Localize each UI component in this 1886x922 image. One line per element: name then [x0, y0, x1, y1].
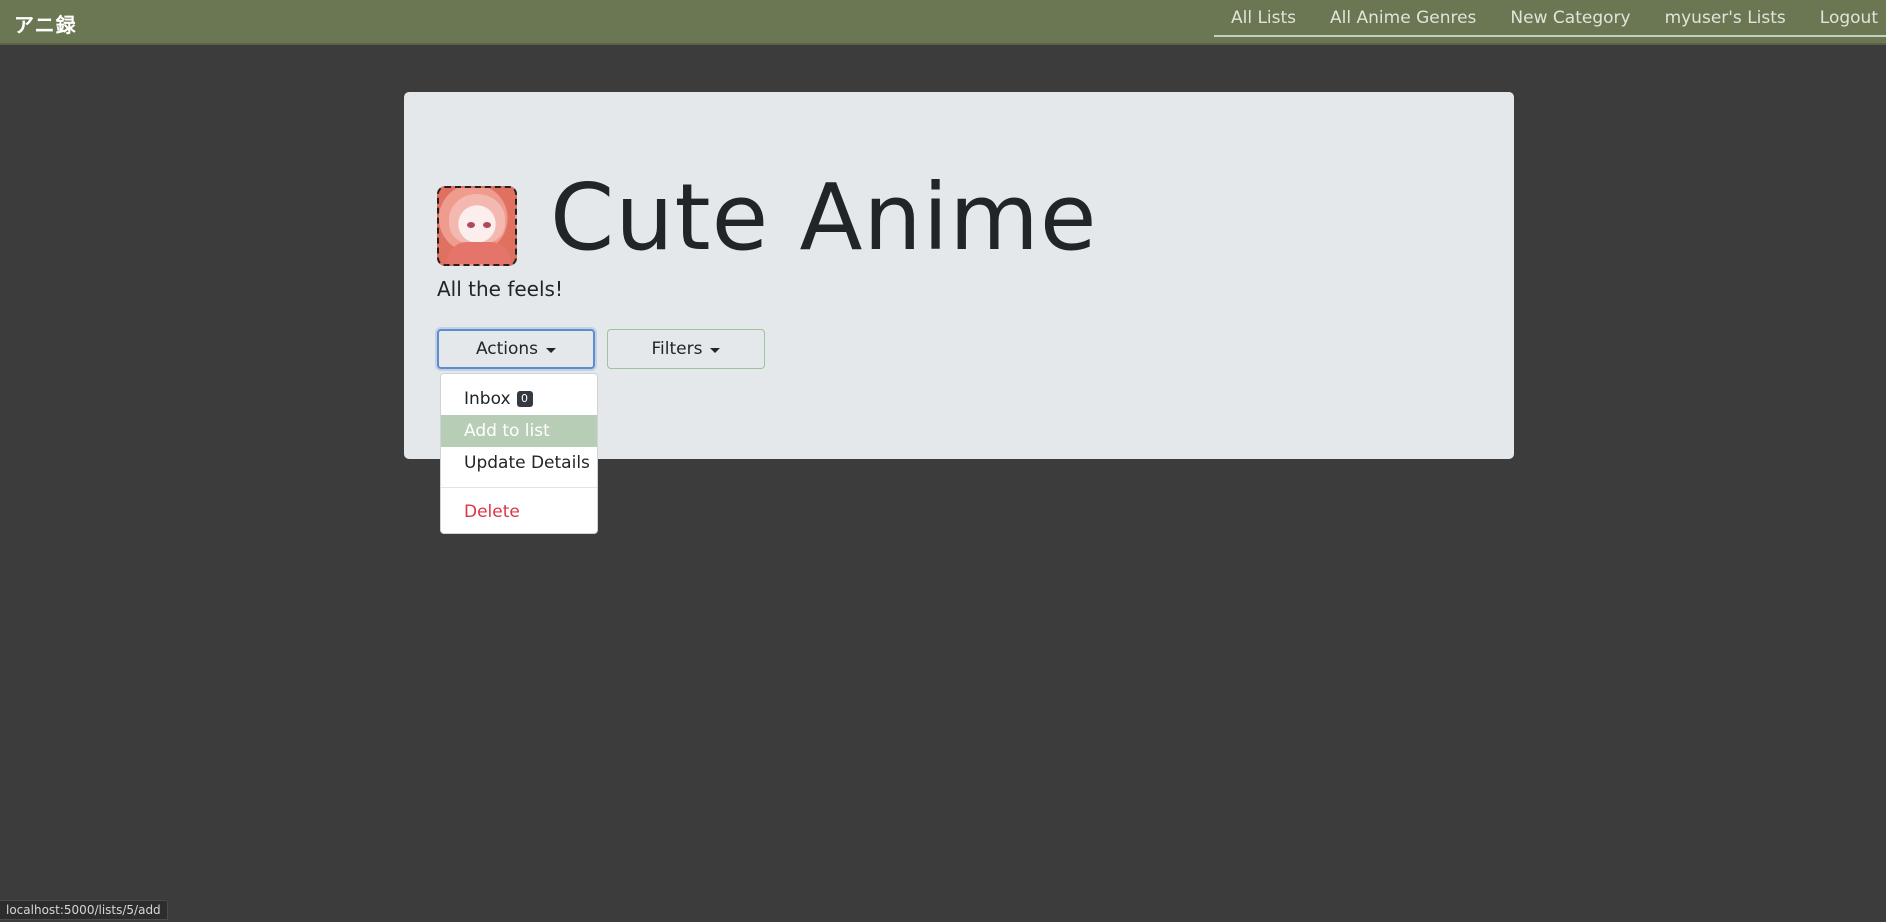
- top-navbar: アニ録 All Lists All Anime Genres New Categ…: [0, 0, 1886, 45]
- menu-item-inbox[interactable]: Inbox 0: [441, 383, 597, 415]
- filters-dropdown-button[interactable]: Filters: [607, 329, 765, 369]
- caret-down-icon: [546, 347, 557, 353]
- nav-link-new-category[interactable]: New Category: [1493, 8, 1647, 28]
- avatar-eye-right: [483, 222, 491, 228]
- nav-link-my-lists[interactable]: myuser's Lists: [1648, 8, 1803, 28]
- nav-link-all-lists[interactable]: All Lists: [1214, 8, 1313, 28]
- inbox-count-badge: 0: [516, 391, 533, 407]
- nav-link-logout[interactable]: Logout: [1803, 8, 1886, 28]
- menu-item-delete[interactable]: Delete: [441, 496, 597, 528]
- actions-dropdown-menu: Inbox 0 Add to list Update Details Delet…: [440, 373, 598, 534]
- nav-links: All Lists All Anime Genres New Category …: [1213, 0, 1886, 37]
- page-title: Cute Anime: [550, 164, 1098, 271]
- filters-button-label: Filters: [651, 339, 703, 359]
- avatar-eye-left: [467, 222, 475, 228]
- inbox-label: Inbox: [464, 389, 511, 409]
- list-description: All the feels!: [437, 277, 563, 301]
- menu-item-update-details[interactable]: Update Details: [441, 447, 597, 479]
- menu-divider: [441, 487, 597, 488]
- caret-down-icon: [710, 347, 721, 353]
- avatar-body-shape: [447, 242, 511, 264]
- avatar-hair-shape: [449, 194, 505, 244]
- list-avatar-image: [437, 186, 517, 266]
- menu-item-add-to-list[interactable]: Add to list: [441, 415, 597, 447]
- nav-link-all-anime-genres[interactable]: All Anime Genres: [1313, 8, 1493, 28]
- browser-status-bar: localhost:5000/lists/5/add: [0, 900, 168, 920]
- actions-button-label: Actions: [475, 339, 539, 359]
- actions-dropdown-button[interactable]: Actions: [437, 329, 595, 369]
- brand-logo[interactable]: アニ録: [14, 9, 77, 38]
